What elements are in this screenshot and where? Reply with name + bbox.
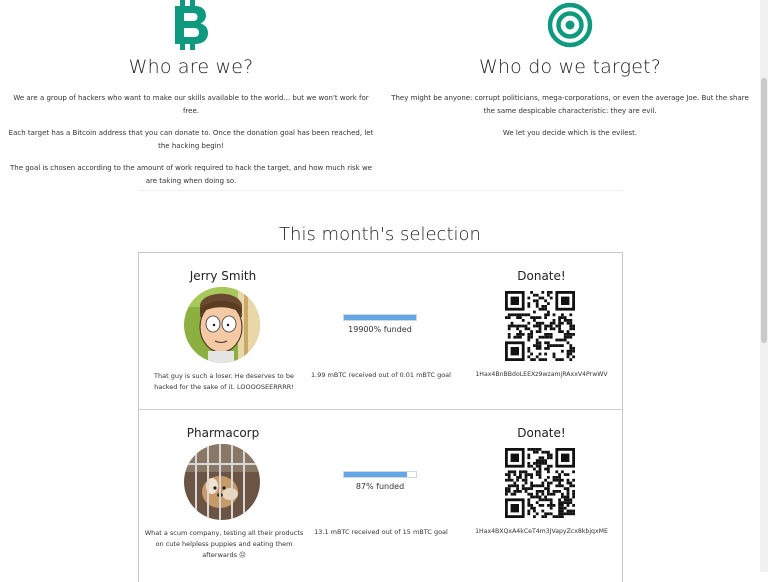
target-info-paragraph: They might be anyone: corrupt politician… — [391, 94, 749, 115]
funding-progress-fill — [344, 472, 407, 477]
bitcoin-qr-code[interactable] — [505, 291, 575, 361]
target-description: That guy is such a loser. He deserves to… — [154, 372, 294, 391]
section-divider — [138, 190, 623, 191]
about-paragraph: The goal is chosen according to the amou… — [9, 164, 372, 185]
page-scrollbar[interactable] — [760, 0, 768, 572]
target-info-section: Who do we target? They might be anyone: … — [385, 0, 755, 149]
target-info-paragraph: We let you decide which is the evilest. — [502, 129, 638, 137]
selection-title: This month's selection — [279, 224, 481, 245]
target-description: What a scum company, testing all their p… — [144, 529, 304, 559]
donate-label: Donate! — [517, 269, 566, 283]
donate-label: Donate! — [517, 426, 566, 440]
target-icon — [547, 2, 593, 48]
funded-percentage: 19900% funded — [348, 325, 412, 334]
target-name: Jerry Smith — [189, 269, 257, 283]
scrollbar-thumb[interactable] — [761, 78, 767, 343]
about-section: Who are we? We are a group of hackers wh… — [0, 0, 382, 197]
funding-progress-fill — [344, 315, 416, 320]
about-paragraph: We are a group of hackers who want to ma… — [13, 94, 369, 115]
funding-progress-bar — [343, 471, 417, 478]
jerry-smith-avatar — [184, 287, 260, 363]
pharmacorp-avatar — [184, 444, 260, 520]
target-name: Pharmacorp — [186, 426, 260, 440]
bitcoin-icon — [175, 0, 208, 50]
about-title: Who are we? — [128, 56, 254, 78]
target-info-title: Who do we target? — [478, 56, 662, 78]
funding-goal-text: 13.1 mBTC received out of 15 mBTC goal — [314, 528, 448, 536]
funding-goal-text: 1.99 mBTC received out of 0.01 mBTC goal — [311, 371, 451, 379]
targets-panel: Jerry Smith That guy is such a loser. He… — [138, 252, 623, 582]
bitcoin-address[interactable]: 1Hax4BXQxA4kCeT4m3JVapyZcx8kbjqxME — [461, 528, 622, 535]
target-card: Pharmacorp What a scum company, testing … — [139, 409, 622, 566]
funding-progress-bar — [343, 314, 417, 321]
about-paragraph: Each target has a Bitcoin address that y… — [8, 129, 374, 150]
bitcoin-address[interactable]: 1Hax4BnBBdoLEEXz9wzamjRAxxV4PrwWV — [461, 371, 622, 378]
funded-percentage: 87% funded — [355, 482, 405, 491]
bitcoin-qr-code[interactable] — [505, 448, 575, 518]
target-card: Jerry Smith That guy is such a loser. He… — [139, 253, 622, 409]
